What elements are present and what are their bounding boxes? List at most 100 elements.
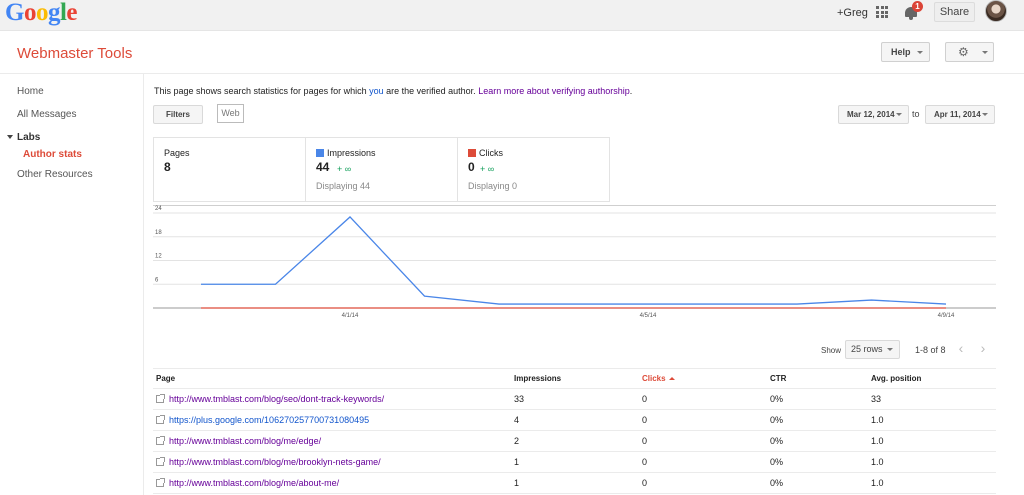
pages-label: Pages: [164, 148, 190, 158]
chevron-down-icon: [896, 113, 902, 116]
filters-button[interactable]: Filters: [153, 105, 203, 124]
notification-count-badge[interactable]: 1: [912, 1, 923, 12]
x-tick-label: 4/9/14: [938, 313, 955, 319]
page-url-link[interactable]: http://www.tmblast.com/blog/me/edge/: [169, 436, 321, 446]
avg-position-cell: 1.0: [871, 457, 884, 467]
sidebar-item-author-stats[interactable]: Author stats: [23, 149, 82, 160]
logo-letter: G: [5, 0, 24, 26]
avg-position-cell: 33: [871, 394, 882, 404]
page-url-link[interactable]: http://www.tmblast.com/blog/seo/dont-tra…: [169, 394, 384, 404]
external-link-icon[interactable]: [156, 478, 165, 487]
external-link-icon[interactable]: [156, 436, 165, 445]
next-page-button[interactable]: ›: [973, 340, 993, 359]
external-link-icon[interactable]: [156, 415, 165, 424]
avg-position-cell: 1.0: [871, 478, 884, 488]
learn-more-link[interactable]: Learn more about verifying authorship: [478, 86, 630, 96]
impressions-summary[interactable]: Impressions 44 + ∞ Displaying 44: [305, 137, 458, 202]
y-tick-label: 18: [155, 230, 162, 236]
clicks-label-text: Clicks: [479, 148, 503, 158]
start-date-label: Mar 12, 2014: [847, 110, 895, 119]
chevron-down-icon: [887, 348, 893, 351]
you-link[interactable]: you: [369, 86, 384, 96]
product-title[interactable]: Webmaster Tools: [17, 45, 132, 62]
page-cell: http://www.tmblast.com/blog/me/edge/: [156, 436, 321, 446]
impressions-cell: 33: [514, 394, 525, 404]
col-header-clicks-label: Clicks: [642, 374, 666, 383]
sidebar-item-labs[interactable]: Labs: [7, 132, 40, 143]
rows-per-page-value: 25 rows: [851, 344, 883, 354]
performance-chart[interactable]: 24 18 12 6 4/1/14 4/5/14 4/9/14: [153, 205, 996, 325]
impressions-cell: 4: [514, 415, 520, 425]
sidebar-item-all-messages[interactable]: All Messages: [17, 109, 76, 120]
clicks-cell: 0: [642, 457, 648, 467]
intro-text-middle: are the verified author.: [383, 86, 479, 96]
page-url-link[interactable]: http://www.tmblast.com/blog/me/brooklyn-…: [169, 457, 381, 467]
help-button-label: Help: [891, 47, 911, 57]
page-cell: http://www.tmblast.com/blog/me/brooklyn-…: [156, 457, 381, 467]
pages-table: Page Impressions Clicks CTR Avg. positio…: [153, 368, 996, 494]
intro-text-end: .: [629, 86, 633, 96]
table-header-row: Page Impressions Clicks CTR Avg. positio…: [153, 368, 996, 389]
chevron-down-icon: [982, 113, 988, 116]
clicks-cell: 0: [642, 394, 648, 404]
ctr-cell: 0%: [770, 457, 784, 467]
page-url-link[interactable]: http://www.tmblast.com/blog/me/about-me/: [169, 478, 339, 488]
external-link-icon[interactable]: [156, 457, 165, 466]
clicks-displaying: Displaying 0: [468, 181, 518, 191]
help-button[interactable]: Help: [881, 42, 930, 62]
previous-page-button[interactable]: ‹: [951, 340, 971, 359]
y-tick-label: 12: [155, 254, 162, 260]
header-divider: [0, 73, 1024, 74]
date-range-to-label: to: [912, 109, 920, 119]
settings-button[interactable]: ⚙: [945, 42, 994, 62]
col-header-impressions[interactable]: Impressions: [514, 374, 561, 383]
rows-per-page-select[interactable]: 25 rows: [845, 340, 900, 359]
table-row: http://www.tmblast.com/blog/me/about-me/…: [153, 473, 996, 494]
clicks-cell: 0: [642, 478, 648, 488]
pages-summary[interactable]: Pages 8: [153, 137, 306, 202]
col-header-avg-position[interactable]: Avg. position: [871, 374, 921, 383]
table-row: http://www.tmblast.com/blog/me/brooklyn-…: [153, 452, 996, 473]
clicks-summary[interactable]: Clicks 0 + ∞ Displaying 0: [457, 137, 610, 202]
impressions-label: Impressions: [316, 148, 376, 158]
chevron-down-icon: [982, 51, 988, 54]
logo-letter: o: [23, 0, 37, 26]
col-header-page[interactable]: Page: [156, 374, 175, 383]
end-date-label: Apr 11, 2014: [934, 110, 981, 119]
table-row: http://www.tmblast.com/blog/me/edge/ 2 0…: [153, 431, 996, 452]
clicks-value: 0: [468, 160, 475, 174]
col-header-ctr[interactable]: CTR: [770, 374, 786, 383]
sidebar-item-other-resources[interactable]: Other Resources: [17, 169, 93, 180]
google-logo[interactable]: Google: [5, 0, 77, 26]
end-date-picker[interactable]: Apr 11, 2014: [925, 105, 995, 124]
chevron-down-icon: [917, 51, 923, 54]
page-cell: http://www.tmblast.com/blog/me/about-me/: [156, 478, 339, 488]
page-cell: https://plus.google.com/1062702577007310…: [156, 415, 369, 425]
x-tick-label: 4/1/14: [342, 313, 359, 319]
ctr-cell: 0%: [770, 415, 784, 425]
y-tick-label: 6: [155, 277, 159, 283]
page-url-link[interactable]: https://plus.google.com/1062702577007310…: [169, 415, 369, 425]
sidebar-item-home[interactable]: Home: [17, 86, 44, 97]
web-filter-chip[interactable]: Web: [217, 104, 244, 123]
sidebar-item-label: Labs: [17, 132, 41, 143]
page-range-label: 1-8 of 8: [915, 345, 946, 355]
clicks-cell: 0: [642, 436, 648, 446]
col-header-clicks[interactable]: Clicks: [642, 374, 675, 383]
google-bar: Google +Greg 1 Share: [0, 0, 1024, 31]
impressions-swatch-icon: [316, 149, 324, 157]
apps-grid-icon[interactable]: [876, 6, 888, 18]
impressions-displaying: Displaying 44: [316, 181, 371, 191]
avatar[interactable]: [985, 0, 1007, 22]
external-link-icon[interactable]: [156, 394, 165, 403]
expand-triangle-icon: [7, 135, 13, 140]
google-plus-user-link[interactable]: +Greg: [837, 7, 868, 19]
clicks-change: + ∞: [480, 164, 495, 174]
logo-letter: o: [35, 0, 49, 26]
clicks-swatch-icon: [468, 149, 476, 157]
impressions-label-text: Impressions: [327, 148, 376, 158]
clicks-label: Clicks: [468, 148, 503, 158]
avg-position-cell: 1.0: [871, 415, 884, 425]
share-button[interactable]: Share: [934, 2, 975, 22]
start-date-picker[interactable]: Mar 12, 2014: [838, 105, 909, 124]
